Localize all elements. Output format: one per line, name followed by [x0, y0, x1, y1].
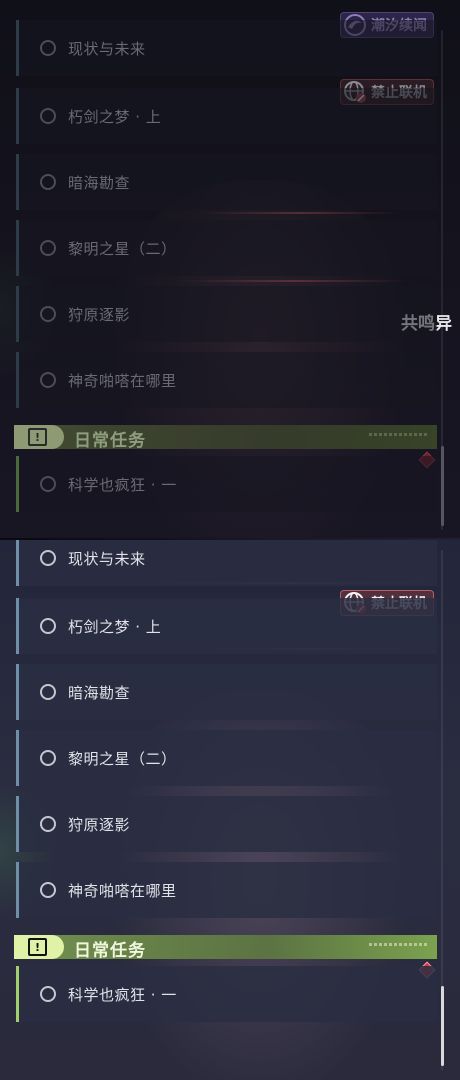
- task-item[interactable]: 朽剑之梦 · 上: [16, 598, 437, 654]
- daily-tasks-header[interactable]: ! 日常任务: [14, 425, 437, 451]
- task-label: 科学也疯狂 · 一: [68, 475, 177, 494]
- task-accent-bar: [16, 598, 19, 654]
- exclamation-box-icon: !: [28, 428, 47, 446]
- task-label: 朽剑之梦 · 上: [68, 107, 162, 126]
- scrollbar-thumb[interactable]: [441, 986, 444, 1066]
- scrollbar-thumb[interactable]: [441, 446, 444, 526]
- section-icon-box: !: [14, 425, 64, 449]
- section-decoration: [369, 943, 429, 946]
- radio-ring-icon: [40, 108, 56, 124]
- section-decoration: [369, 433, 429, 436]
- task-label: 暗海勘查: [68, 173, 131, 192]
- task-accent-bar: [16, 730, 19, 786]
- task-accent-bar: [16, 664, 19, 720]
- task-item[interactable]: 朽剑之梦 · 上: [16, 88, 437, 144]
- radio-ring-icon: [40, 240, 56, 256]
- task-item-daily[interactable]: 科学也疯狂 · 一: [16, 966, 437, 1022]
- task-accent-bar: [16, 796, 19, 852]
- task-accent-bar: [16, 966, 19, 1022]
- task-label: 现状与未来: [68, 549, 146, 568]
- background-streak: [200, 212, 400, 214]
- task-item[interactable]: 神奇啪嗒在哪里: [16, 862, 437, 918]
- task-item[interactable]: 狩原逐影: [16, 286, 437, 342]
- radio-ring-icon: [40, 750, 56, 766]
- radio-ring-icon: [40, 816, 56, 832]
- section-title: 日常任务: [74, 431, 146, 451]
- task-label: 黎明之星（二）: [68, 749, 177, 768]
- radio-ring-icon: [40, 684, 56, 700]
- background-streak: [180, 280, 410, 282]
- task-accent-bar: [16, 20, 19, 76]
- task-label: 暗海勘查: [68, 683, 131, 702]
- quest-panel-active: 禁止联机 现状与未来 朽剑之梦 · 上 暗海勘查 黎明之星（二） 狩原逐影 神奇…: [0, 540, 460, 1080]
- quest-panel-dimmed: 潮汐续闻 禁止联机 共鸣异 现状与未来 朽剑之梦 · 上 暗海勘查 黎明之星（二…: [0, 0, 460, 540]
- task-accent-bar: [16, 456, 19, 512]
- task-accent-bar: [16, 88, 19, 144]
- section-title: 日常任务: [74, 941, 146, 961]
- radio-ring-icon: [40, 882, 56, 898]
- task-item[interactable]: 黎明之星（二）: [16, 730, 437, 786]
- radio-ring-icon: [40, 174, 56, 190]
- section-icon-box: !: [14, 935, 64, 959]
- task-accent-bar: [16, 220, 19, 276]
- task-label: 狩原逐影: [68, 815, 131, 834]
- task-item[interactable]: 暗海勘查: [16, 664, 437, 720]
- task-item[interactable]: 暗海勘查: [16, 154, 437, 210]
- task-label: 神奇啪嗒在哪里: [68, 881, 177, 900]
- task-label: 狩原逐影: [68, 305, 131, 324]
- task-label: 黎明之星（二）: [68, 239, 177, 258]
- daily-tasks-header[interactable]: ! 日常任务: [14, 935, 437, 961]
- task-label: 朽剑之梦 · 上: [68, 617, 162, 636]
- task-item[interactable]: 现状与未来: [16, 20, 437, 76]
- task-item-daily[interactable]: 科学也疯狂 · 一: [16, 456, 437, 512]
- radio-ring-icon: [40, 476, 56, 492]
- task-item[interactable]: 神奇啪嗒在哪里: [16, 352, 437, 408]
- task-label: 科学也疯狂 · 一: [68, 985, 177, 1004]
- radio-ring-icon: [40, 986, 56, 1002]
- task-label: 现状与未来: [68, 39, 146, 58]
- task-accent-bar: [16, 154, 19, 210]
- radio-ring-icon: [40, 306, 56, 322]
- task-accent-bar: [16, 286, 19, 342]
- task-item[interactable]: 狩原逐影: [16, 796, 437, 852]
- task-label: 神奇啪嗒在哪里: [68, 371, 177, 390]
- task-accent-bar: [16, 862, 19, 918]
- task-item[interactable]: 现状与未来: [16, 540, 437, 586]
- radio-ring-icon: [40, 550, 56, 566]
- radio-ring-icon: [40, 40, 56, 56]
- radio-ring-icon: [40, 372, 56, 388]
- task-item[interactable]: 黎明之星（二）: [16, 220, 437, 276]
- exclamation-box-icon: !: [28, 938, 47, 956]
- task-accent-bar: [16, 540, 19, 586]
- radio-ring-icon: [40, 618, 56, 634]
- task-accent-bar: [16, 352, 19, 408]
